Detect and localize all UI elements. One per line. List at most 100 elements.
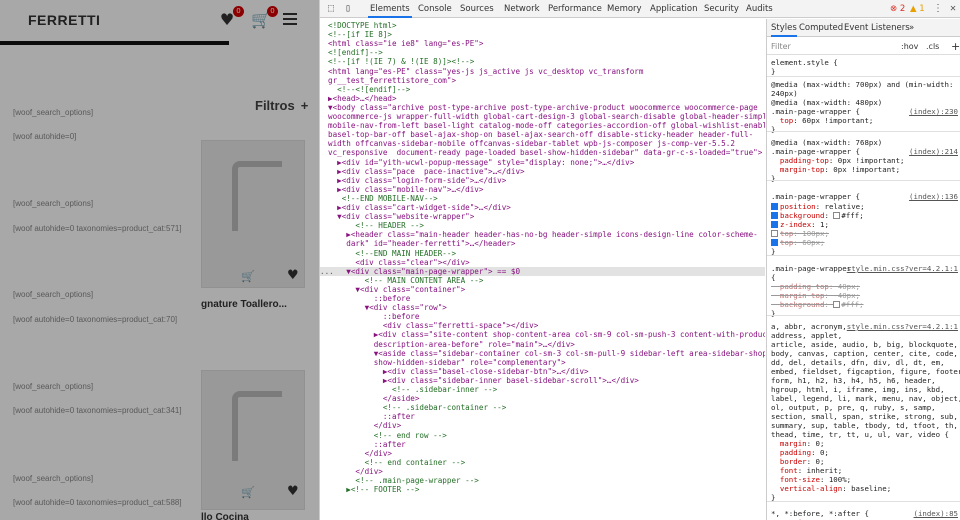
new-rule-button[interactable]: + — [951, 38, 960, 55]
styles-filter-input[interactable]: Filter — [771, 38, 791, 55]
warning-count[interactable]: ▲ 1 — [910, 0, 925, 18]
dom-node-line[interactable]: ▶<div class="basel-close-sidebar-btn">…<… — [320, 367, 765, 376]
color-swatch[interactable] — [833, 301, 841, 308]
hov-toggle[interactable]: :hov — [901, 38, 918, 55]
dom-node-line[interactable]: ::after — [320, 440, 765, 449]
property-checkbox[interactable] — [771, 230, 778, 237]
cls-toggle[interactable]: .cls — [926, 38, 939, 55]
dom-node-line[interactable]: ▶<head>…</head> — [320, 94, 765, 103]
dom-node-line[interactable]: ▶<div class="login-form-side">…</div> — [320, 176, 765, 185]
dom-node-line[interactable]: <!--END MAIN HEADER--> — [320, 249, 765, 258]
dom-node-line[interactable]: ▼<div class="main-page-wrapper"> == $0..… — [320, 266, 765, 276]
dom-node-line[interactable]: ::before — [320, 294, 765, 303]
dom-node-line[interactable]: ▼<div class="row"> — [320, 303, 765, 312]
tab-elements[interactable]: Elements — [368, 0, 412, 18]
filters-toggle[interactable]: Filtros + — [255, 98, 308, 113]
css-rule-line[interactable]: top: 100px; — [771, 229, 960, 238]
dom-tree[interactable]: <!DOCTYPE html> <!--[if IE 8]> <html class… — [320, 19, 765, 520]
product-image[interactable] — [201, 140, 305, 288]
dom-node-line[interactable]: ▶<header class="main-header header-has-n… — [320, 230, 765, 239]
dom-node-line[interactable]: ▼<body class="archive post-type-archive … — [320, 103, 765, 112]
dom-node-line[interactable]: ▶<div id="yith-wcwl-popup-message" style… — [320, 158, 765, 167]
dom-node-line[interactable]: ▶<div class="site-content shop-content-a… — [320, 330, 765, 339]
property-checkbox[interactable] — [771, 221, 778, 228]
close-icon[interactable]: ✕ — [947, 3, 959, 15]
dom-node-line[interactable]: ▶<!-- FOOTER --> — [320, 485, 765, 494]
dom-node-line[interactable]: mobile-nav-from-left basel-light catalog… — [320, 121, 765, 130]
dom-node-line[interactable]: <!-- .main-page-wrapper --> — [320, 476, 765, 485]
dom-node-line[interactable]: <!-- .sidebar-inner --> — [320, 385, 765, 394]
dom-node-line[interactable]: basel-top-bar-off basel-ajax-shop-on bas… — [320, 130, 765, 139]
dom-node-line[interactable]: <!DOCTYPE html> — [320, 21, 765, 30]
error-count[interactable]: ⊗ 2 — [890, 0, 905, 18]
dom-node-line[interactable]: <!-- .sidebar-container --> — [320, 403, 765, 412]
css-rule-line[interactable]: position: relative; — [771, 202, 960, 211]
site-logo[interactable]: FERRETTI — [28, 12, 100, 28]
cart-icon[interactable]: 🛒 0 — [250, 6, 278, 30]
dom-node-line[interactable]: ▼<div class="container"> — [320, 285, 765, 294]
color-swatch[interactable] — [833, 212, 841, 219]
hamburger-menu-icon[interactable] — [283, 13, 297, 25]
add-to-cart-icon[interactable]: 🛒 — [241, 270, 255, 283]
css-source-link[interactable]: style.min.css?ver=4.2.1:1 — [847, 264, 958, 273]
tab-console[interactable]: Console — [416, 0, 454, 18]
dom-node-line[interactable]: <!--<![endif]--> — [320, 85, 765, 94]
dom-node-line[interactable]: ▶<div class="mobile-nav">…</div> — [320, 185, 765, 194]
dom-node-line[interactable]: ▶<div class="cart-widget-side">…</div> — [320, 203, 765, 212]
dom-node-line[interactable]: woocommerce-js wrapper-full-width global… — [320, 112, 765, 121]
dom-node-line[interactable]: description-area-before" role="main">…</… — [320, 340, 765, 349]
tab-styles[interactable]: Styles — [771, 19, 797, 37]
property-checkbox[interactable] — [771, 203, 778, 210]
device-toolbar-icon[interactable]: ▯ — [342, 3, 354, 15]
dom-node-line[interactable]: <![endif]--> — [320, 48, 765, 57]
dom-node-line[interactable]: vc_responsive document-ready page-loaded… — [320, 148, 765, 157]
dom-node-line[interactable]: width offcanvas-sidebar-mobile offcanvas… — [320, 139, 765, 148]
dom-node-line[interactable]: ::before — [320, 312, 765, 321]
dom-node-line[interactable]: ▼<div class="website-wrapper"> — [320, 212, 765, 221]
tab-memory[interactable]: Memory — [605, 0, 644, 18]
css-source-link[interactable]: (index):214 — [909, 147, 958, 156]
wishlist-heart-icon[interactable]: ♥ — [287, 484, 299, 499]
inspect-element-icon[interactable]: ⬚ — [325, 3, 337, 15]
tab-network[interactable]: Network — [502, 0, 542, 18]
selected-node-ellipsis[interactable]: ... — [320, 267, 334, 276]
dom-node-line[interactable]: <html lang="es-PE" class="yes-js js_acti… — [320, 67, 765, 76]
tab-application[interactable]: Application — [648, 0, 700, 18]
dom-node-line[interactable]: <!-- end row --> — [320, 431, 765, 440]
dom-node-line[interactable]: gr__test_ferrettistore_com"> — [320, 76, 765, 85]
dom-node-line[interactable]: </div> — [320, 467, 765, 476]
dom-node-line[interactable]: dark" id="header-ferretti">…</header> — [320, 239, 765, 248]
dom-node-line[interactable]: show-hidden-sidebar" role="complementary… — [320, 358, 765, 367]
tab-performance[interactable]: Performance — [546, 0, 604, 18]
css-source-link[interactable]: (index):85 — [914, 509, 959, 518]
dom-node-line[interactable]: <!--[if IE 8]> — [320, 30, 765, 39]
wishlist-heart-icon[interactable]: ♥ — [287, 268, 299, 283]
add-to-cart-icon[interactable]: 🛒 — [241, 486, 255, 499]
dom-node-line[interactable]: <!--END MOBILE-NAV--> — [320, 194, 765, 203]
dom-node-line[interactable]: <!-- HEADER --> — [320, 221, 765, 230]
dom-node-line[interactable]: <html class="ie ie8" lang="es-PE"> — [320, 39, 765, 48]
dom-node-line[interactable]: </div> — [320, 421, 765, 430]
tab-security[interactable]: Security — [702, 0, 741, 18]
product-name[interactable]: gnature Toallero... — [201, 299, 287, 310]
css-source-link[interactable]: style.min.css?ver=4.2.1:1 — [847, 322, 958, 331]
dom-node-line[interactable]: <!--[if !(IE 7) & !(IE 8)]><!--> — [320, 57, 765, 66]
dom-node-line[interactable]: ▼<aside class="sidebar-container col-sm-… — [320, 349, 765, 358]
dom-node-line[interactable]: <div class="clear"></div> — [320, 258, 765, 267]
more-options-icon[interactable]: ⋮ — [932, 3, 944, 15]
tab-sources[interactable]: Sources — [458, 0, 496, 18]
wishlist-heart-icon[interactable]: ♥ 0 — [216, 6, 244, 30]
dom-node-line[interactable]: <!-- end container --> — [320, 458, 765, 467]
tab-audits[interactable]: Audits — [744, 0, 775, 18]
css-rule-line[interactable]: top: 60px; — [771, 238, 960, 247]
css-rule-line[interactable]: z-index: 1; — [771, 220, 960, 229]
dom-node-line[interactable]: ▶<div class="sidebar-inner basel-sidebar… — [320, 376, 765, 385]
dom-node-line[interactable]: <div class="ferretti-space"></div> — [320, 321, 765, 330]
product-name[interactable]: llo Cocina — [201, 512, 249, 520]
property-checkbox[interactable] — [771, 212, 778, 219]
dom-node-line[interactable]: </div> — [320, 449, 765, 458]
dom-node-line[interactable]: ▶<div class="pace pace-inactive">…</div> — [320, 167, 765, 176]
more-tabs-icon[interactable]: » — [909, 19, 914, 37]
tab-event-listeners[interactable]: Event Listeners — [844, 19, 910, 37]
dom-node-line[interactable]: <!-- MAIN CONTENT AREA --> — [320, 276, 765, 285]
